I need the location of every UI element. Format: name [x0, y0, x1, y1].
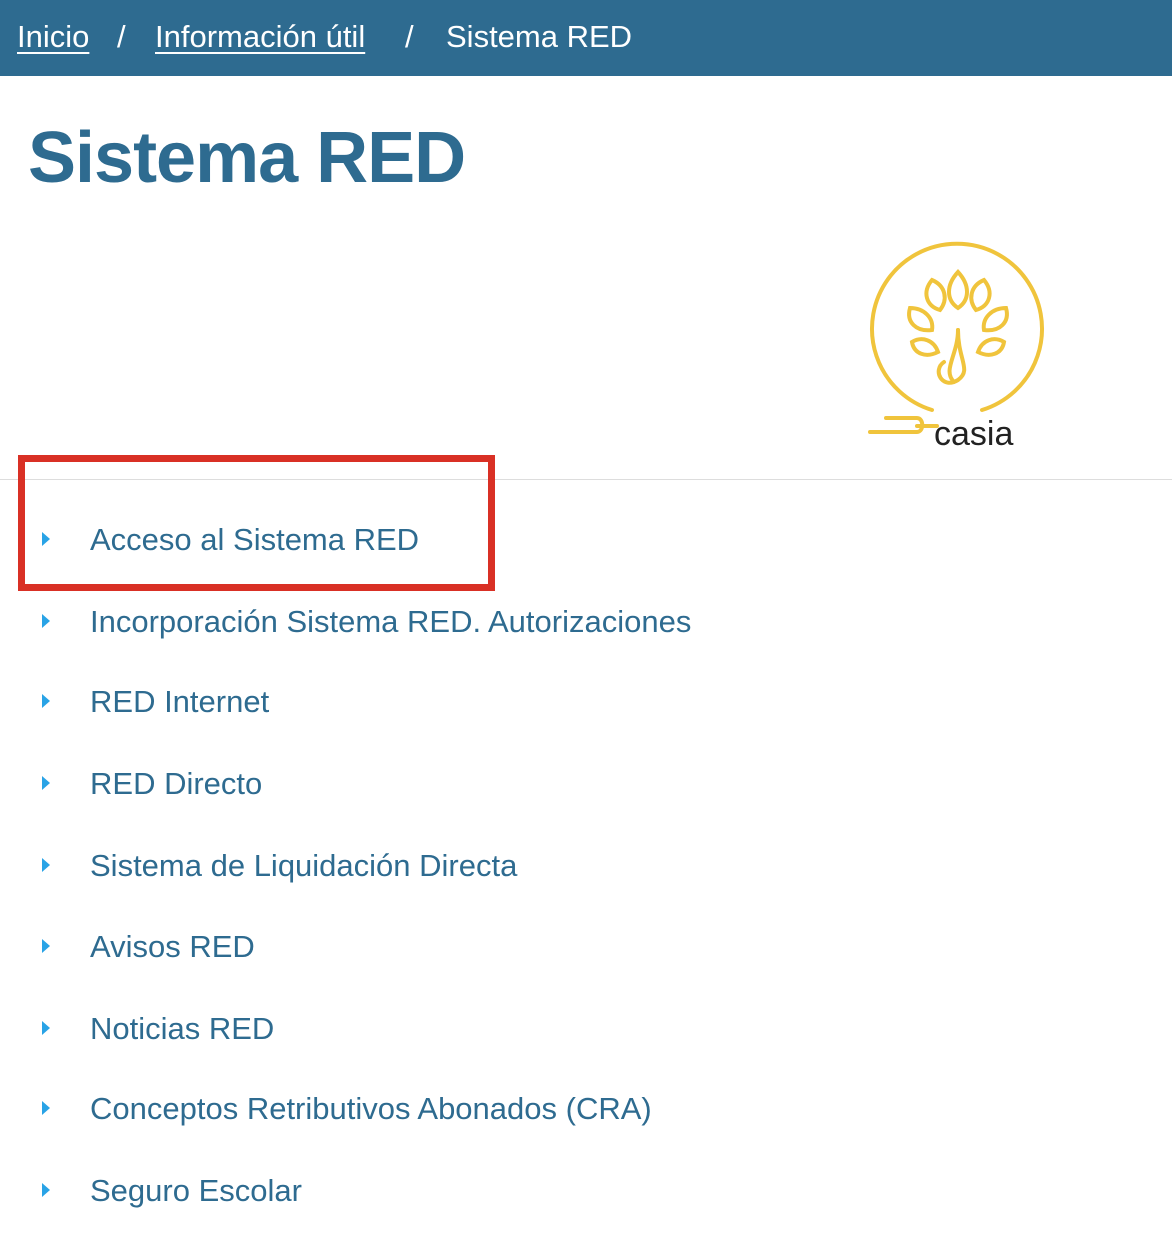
breadcrumb-link-inicio[interactable]: Inicio — [17, 18, 89, 56]
menu-item-red-internet[interactable]: RED Internet — [0, 672, 1000, 732]
menu-item-label[interactable]: Noticias RED — [90, 1007, 274, 1051]
menu-item-liquidacion-directa[interactable]: Sistema de Liquidación Directa — [0, 836, 1000, 896]
breadcrumb-link-informacion-util[interactable]: Información útil — [155, 18, 365, 56]
menu-item-label[interactable]: RED Directo — [90, 762, 262, 806]
bullet-icon — [42, 694, 50, 708]
menu-item-red-directo[interactable]: RED Directo — [0, 754, 1000, 814]
page-title: Sistema RED — [28, 118, 466, 198]
bullet-icon — [42, 1021, 50, 1035]
bullet-icon — [42, 1183, 50, 1197]
menu-item-label[interactable]: Sistema de Liquidación Directa — [90, 844, 517, 888]
menu-item-avisos-red[interactable]: Avisos RED — [0, 917, 1000, 977]
breadcrumb-current: Sistema RED — [446, 19, 633, 54]
bullet-icon — [42, 1101, 50, 1115]
bullet-icon — [42, 776, 50, 790]
breadcrumb: Inicio / Información útil / Sistema RED — [0, 0, 1172, 76]
menu-item-label[interactable]: Seguro Escolar — [90, 1169, 302, 1213]
menu-item-incorporacion[interactable]: Incorporación Sistema RED. Autorizacione… — [0, 592, 1000, 652]
menu-item-label[interactable]: Avisos RED — [90, 925, 255, 969]
menu-item-noticias-red[interactable]: Noticias RED — [0, 999, 1000, 1059]
menu-item-label[interactable]: RED Internet — [90, 680, 269, 724]
breadcrumb-separator: / — [117, 19, 126, 54]
casia-logo: casia — [862, 230, 1052, 458]
bullet-icon — [42, 614, 50, 628]
menu-item-cra[interactable]: Conceptos Retributivos Abonados (CRA) — [0, 1079, 1000, 1139]
menu-item-seguro-escolar[interactable]: Seguro Escolar — [0, 1161, 1000, 1221]
highlight-box — [18, 455, 495, 591]
menu-item-label[interactable]: Conceptos Retributivos Abonados (CRA) — [90, 1087, 652, 1131]
breadcrumb-separator: / — [405, 19, 414, 54]
bullet-icon — [42, 939, 50, 953]
logo-text: casia — [934, 415, 1013, 453]
bullet-icon — [42, 858, 50, 872]
menu-item-label[interactable]: Incorporación Sistema RED. Autorizacione… — [90, 600, 691, 644]
